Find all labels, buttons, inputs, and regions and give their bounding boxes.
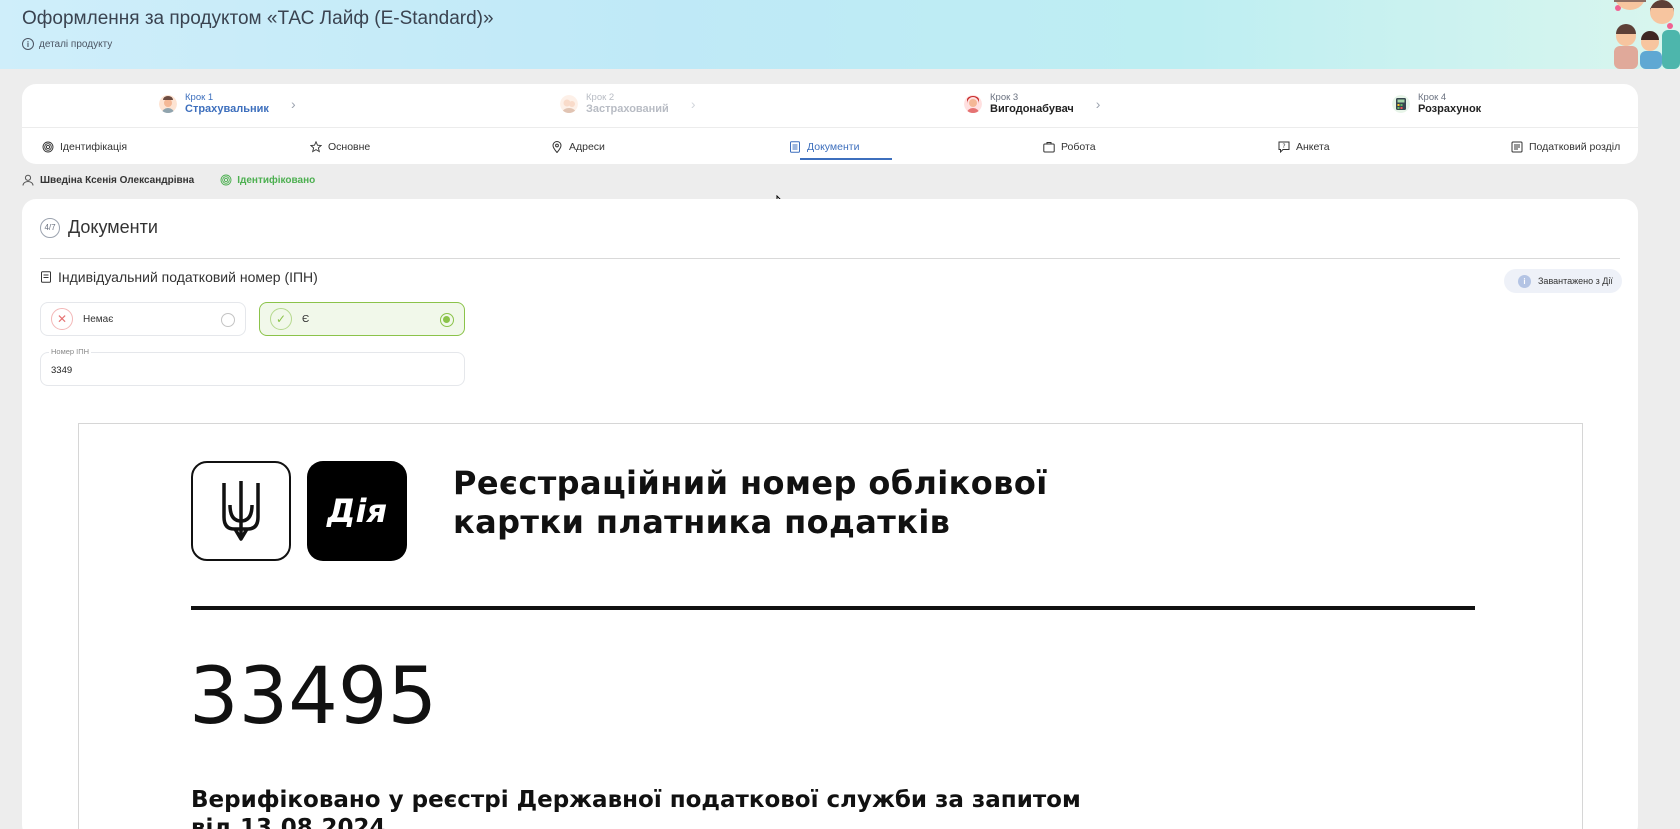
active-tab-indicator xyxy=(800,158,892,160)
ipn-option-yes[interactable]: ✓ Є xyxy=(259,302,465,336)
page-title: Оформлення за продуктом «ТАС Лайф (E-Sta… xyxy=(22,8,494,29)
tab-work[interactable]: Робота xyxy=(1043,136,1096,158)
tab-label: Основне xyxy=(328,141,371,153)
step-kicker: Крок 3 xyxy=(990,92,1019,103)
trident-logo xyxy=(191,461,291,561)
fingerprint-icon xyxy=(220,174,232,186)
loaded-from-diia-badge: i Завантажено з Дії xyxy=(1504,269,1622,293)
tab-label: Адреси xyxy=(569,141,605,153)
tab-label: Ідентифікація xyxy=(60,141,128,153)
option-label: Немає xyxy=(83,313,114,325)
radio-button-selected[interactable] xyxy=(440,313,454,327)
calculator-icon xyxy=(1392,94,1410,113)
check-icon: ✓ xyxy=(270,308,292,330)
info-icon: i xyxy=(1518,274,1531,288)
step-name: Страхувальник xyxy=(185,103,269,115)
tab-label: Податковий розділ xyxy=(1529,141,1621,153)
tax-number: 33495 xyxy=(189,652,568,742)
redaction-blur xyxy=(437,671,568,732)
product-details-link[interactable]: i деталі продукту xyxy=(22,38,112,50)
tab-label: Анкета xyxy=(1296,141,1330,153)
tab-main[interactable]: Основне xyxy=(310,136,370,158)
step-kicker: Крок 4 xyxy=(1418,92,1447,103)
tab-documents[interactable]: Документи xyxy=(789,136,859,158)
tab-identification[interactable]: Ідентифікація xyxy=(42,136,127,158)
tab-tax-section[interactable]: Податковий розділ xyxy=(1511,136,1620,158)
document-icon xyxy=(790,141,800,153)
steps-row: Крок 1 Страхувальник › Крок 2 Застрахова… xyxy=(22,84,1638,128)
tax-card-document-preview: Дія Реєстраційний номер облікової картки… xyxy=(78,423,1583,829)
star-icon xyxy=(310,141,322,153)
step-4-calculation[interactable]: Крок 4 Розрахунок xyxy=(1392,92,1481,115)
tab-questionnaire[interactable]: ? Анкета xyxy=(1278,136,1330,158)
ipn-heading: Індивідуальний податковий номер (ІПН) xyxy=(40,269,318,285)
tax-number-visible: 33495 xyxy=(189,652,438,742)
section-title: Документи xyxy=(68,217,158,237)
option-label: Є xyxy=(302,313,310,325)
chevron-right-icon: › xyxy=(690,95,696,112)
document-divider xyxy=(191,606,1475,610)
cross-icon: ✕ xyxy=(51,308,73,330)
step-3-beneficiary[interactable]: Крок 3 Вигодонабувач › xyxy=(964,92,1100,115)
step-name: Вигодонабувач xyxy=(990,103,1074,115)
ipn-field-label: Номер ІПН xyxy=(49,347,92,356)
verification-note: Верифіковано у реєстрі Державної податко… xyxy=(191,786,1091,829)
policyholder-avatar-icon xyxy=(159,94,177,113)
beneficiary-avatar-icon xyxy=(964,94,982,113)
user-icon xyxy=(22,174,34,186)
document-icon xyxy=(41,271,51,283)
document-title-line-1: Реєстраційний номер облікової xyxy=(453,464,1048,502)
insured-avatar-icon xyxy=(560,94,578,113)
step-name: Розрахунок xyxy=(1418,103,1482,115)
section-header: 4/7 Документи xyxy=(40,217,158,238)
chevron-right-icon: › xyxy=(290,95,296,112)
family-illustration xyxy=(1614,0,1680,69)
divider xyxy=(40,258,1620,259)
client-info-line: Шведіна Ксенія Олександрівна Ідентифіков… xyxy=(22,174,315,186)
step-kicker: Крок 2 xyxy=(586,92,615,103)
loaded-from-diia-label: Завантажено з Дії xyxy=(1538,276,1613,286)
verification-line-2: від 13.08.2024 xyxy=(191,815,386,829)
svg-text:?: ? xyxy=(1282,143,1285,150)
step-kicker: Крок 1 xyxy=(185,92,214,103)
location-pin-icon xyxy=(552,141,562,153)
tab-label: Робота xyxy=(1061,141,1096,153)
tax-document-icon xyxy=(1511,141,1523,153)
tab-addresses[interactable]: Адреси xyxy=(551,136,605,158)
steps-card: Крок 1 Страхувальник › Крок 2 Застрахова… xyxy=(22,84,1638,164)
radio-button[interactable] xyxy=(221,313,235,327)
tab-label: Документи xyxy=(807,141,860,153)
step-1-policyholder[interactable]: Крок 1 Страхувальник › xyxy=(159,92,296,115)
ipn-option-none[interactable]: ✕ Немає xyxy=(40,302,246,336)
product-details-label: деталі продукту xyxy=(39,38,113,50)
ipn-field-value: 3349 xyxy=(51,365,73,376)
identified-label: Ідентифіковано xyxy=(237,174,316,186)
document-title-line-2: картки платника податків xyxy=(453,503,951,541)
ipn-number-field[interactable]: Номер ІПН 3349 xyxy=(40,347,465,386)
questionnaire-icon: ? xyxy=(1278,141,1290,153)
chevron-right-icon: › xyxy=(1095,95,1101,112)
client-name: Шведіна Ксенія Олександрівна xyxy=(40,174,195,186)
trident-icon xyxy=(222,481,260,541)
step-2-insured[interactable]: Крок 2 Застрахований › xyxy=(560,92,696,115)
verification-line-1: Верифіковано у реєстрі Державної податко… xyxy=(191,787,1081,813)
fingerprint-icon xyxy=(42,141,54,153)
briefcase-icon xyxy=(1043,142,1055,153)
section-tabs: Ідентифікація Основне Адреси Документи Р… xyxy=(22,128,1638,164)
step-name: Застрахований xyxy=(586,103,669,115)
diia-logo: Дія xyxy=(307,461,407,561)
section-progress-badge: 4/7 xyxy=(40,217,60,238)
ipn-heading-label: Індивідуальний податковий номер (ІПН) xyxy=(58,269,318,285)
document-title: Реєстраційний номер облікової картки пла… xyxy=(453,464,1048,542)
documents-card: 4/7 Документи Індивідуальний податковий … xyxy=(22,199,1638,829)
identified-status: Ідентифіковано xyxy=(220,174,315,186)
product-header-banner: Оформлення за продуктом «ТАС Лайф (E-Sta… xyxy=(0,0,1680,69)
info-icon: i xyxy=(22,38,34,50)
